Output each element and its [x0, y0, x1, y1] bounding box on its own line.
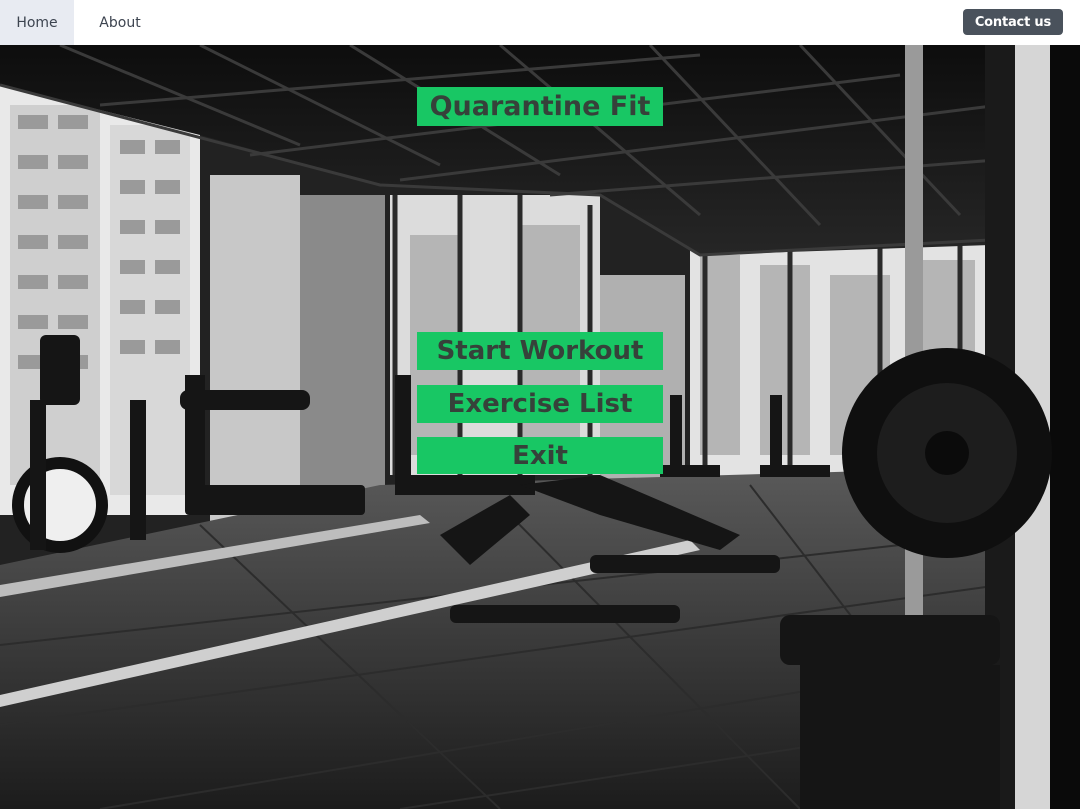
nav-home-link[interactable]: Home: [0, 0, 74, 45]
start-workout-button[interactable]: Start Workout: [417, 332, 663, 370]
contact-us-button[interactable]: Contact us: [962, 9, 1063, 35]
gym-background-image: [0, 45, 1080, 809]
top-navbar: Home About Contact us: [0, 0, 1080, 45]
nav-about-link[interactable]: About: [74, 0, 166, 45]
exercise-list-button[interactable]: Exercise List: [417, 385, 663, 423]
exit-button[interactable]: Exit: [417, 437, 663, 474]
app-title: Quarantine Fit: [417, 87, 663, 126]
